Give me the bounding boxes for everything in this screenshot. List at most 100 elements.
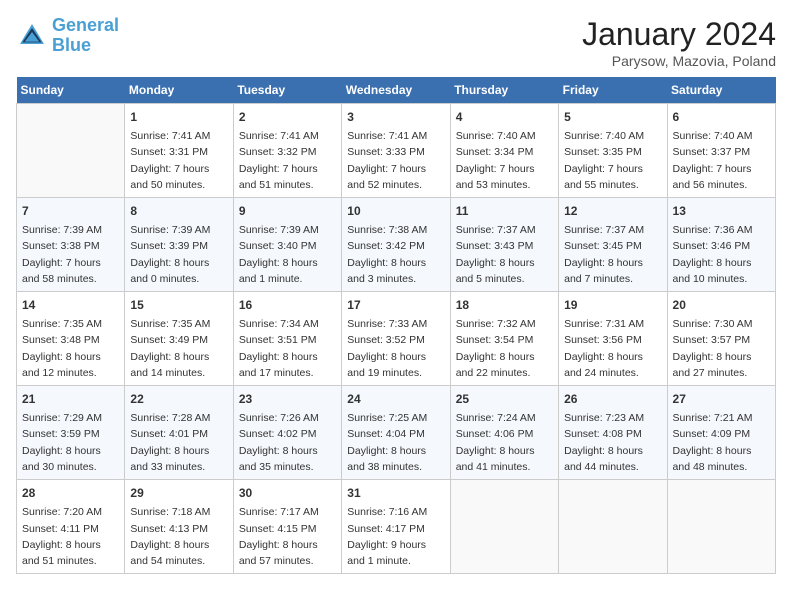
day-number: 30 [239,484,336,502]
day-number: 10 [347,202,444,220]
day-number: 25 [456,390,553,408]
day-info: Sunrise: 7:38 AMSunset: 3:42 PMDaylight:… [347,222,444,287]
title-block: January 2024 Parysow, Mazovia, Poland [582,16,776,69]
day-info: Sunrise: 7:35 AMSunset: 3:48 PMDaylight:… [22,316,119,381]
logo-text: General Blue [52,16,119,56]
calendar-day-cell: 28 Sunrise: 7:20 AMSunset: 4:11 PMDayligh… [17,480,125,574]
location-title: Parysow, Mazovia, Poland [582,53,776,69]
calendar-day-cell [17,104,125,198]
day-info: Sunrise: 7:41 AMSunset: 3:32 PMDaylight:… [239,128,336,193]
calendar-day-cell: 12 Sunrise: 7:37 AMSunset: 3:45 PMDayligh… [559,198,667,292]
day-info: Sunrise: 7:41 AMSunset: 3:31 PMDaylight:… [130,128,227,193]
day-number: 7 [22,202,119,220]
day-info: Sunrise: 7:20 AMSunset: 4:11 PMDaylight:… [22,504,119,569]
day-info: Sunrise: 7:36 AMSunset: 3:46 PMDaylight:… [673,222,770,287]
day-info: Sunrise: 7:29 AMSunset: 3:59 PMDaylight:… [22,410,119,475]
calendar-header-row: SundayMondayTuesdayWednesdayThursdayFrid… [17,77,776,104]
day-info: Sunrise: 7:35 AMSunset: 3:49 PMDaylight:… [130,316,227,381]
calendar-day-cell: 6 Sunrise: 7:40 AMSunset: 3:37 PMDaylight… [667,104,775,198]
day-number: 19 [564,296,661,314]
calendar-week-row: 21Sunrise: 7:29 AMSunset: 3:59 PMDayligh… [17,386,776,480]
weekday-header: Wednesday [342,77,450,104]
day-number: 27 [673,390,770,408]
day-number: 3 [347,108,444,126]
calendar-day-cell: 29 Sunrise: 7:18 AMSunset: 4:13 PMDayligh… [125,480,233,574]
day-number: 18 [456,296,553,314]
calendar-day-cell: 8Sunrise: 7:39 AMSunset: 3:39 PMDaylight… [125,198,233,292]
calendar-day-cell: 2Sunrise: 7:41 AMSunset: 3:32 PMDaylight… [233,104,341,198]
calendar-day-cell: 18 Sunrise: 7:32 AMSunset: 3:54 PMDayligh… [450,292,558,386]
day-info: Sunrise: 7:40 AMSunset: 3:37 PMDaylight:… [673,128,770,193]
calendar-day-cell [450,480,558,574]
day-info: Sunrise: 7:16 AMSunset: 4:17 PMDaylight:… [347,504,444,569]
calendar-day-cell: 17Sunrise: 7:33 AMSunset: 3:52 PMDayligh… [342,292,450,386]
day-number: 4 [456,108,553,126]
day-info: Sunrise: 7:37 AMSunset: 3:43 PMDaylight:… [456,222,553,287]
weekday-header: Tuesday [233,77,341,104]
day-number: 8 [130,202,227,220]
weekday-header: Saturday [667,77,775,104]
calendar-day-cell: 27Sunrise: 7:21 AMSunset: 4:09 PMDayligh… [667,386,775,480]
calendar-day-cell: 20 Sunrise: 7:30 AMSunset: 3:57 PMDayligh… [667,292,775,386]
calendar-day-cell: 30 Sunrise: 7:17 AMSunset: 4:15 PMDayligh… [233,480,341,574]
weekday-header: Sunday [17,77,125,104]
day-number: 11 [456,202,553,220]
calendar-day-cell: 19Sunrise: 7:31 AMSunset: 3:56 PMDayligh… [559,292,667,386]
calendar-day-cell: 31 Sunrise: 7:16 AMSunset: 4:17 PMDayligh… [342,480,450,574]
calendar-day-cell: 24 Sunrise: 7:25 AMSunset: 4:04 PMDayligh… [342,386,450,480]
logo: General Blue [16,16,119,56]
day-info: Sunrise: 7:26 AMSunset: 4:02 PMDaylight:… [239,410,336,475]
day-number: 28 [22,484,119,502]
day-number: 14 [22,296,119,314]
calendar-day-cell: 14 Sunrise: 7:35 AMSunset: 3:48 PMDayligh… [17,292,125,386]
calendar-day-cell: 3 Sunrise: 7:41 AMSunset: 3:33 PMDaylight… [342,104,450,198]
calendar-day-cell: 10 Sunrise: 7:38 AMSunset: 3:42 PMDayligh… [342,198,450,292]
day-number: 12 [564,202,661,220]
weekday-header: Friday [559,77,667,104]
day-info: Sunrise: 7:17 AMSunset: 4:15 PMDaylight:… [239,504,336,569]
calendar-day-cell: 26Sunrise: 7:23 AMSunset: 4:08 PMDayligh… [559,386,667,480]
day-info: Sunrise: 7:18 AMSunset: 4:13 PMDaylight:… [130,504,227,569]
day-info: Sunrise: 7:41 AMSunset: 3:33 PMDaylight:… [347,128,444,193]
day-info: Sunrise: 7:23 AMSunset: 4:08 PMDaylight:… [564,410,661,475]
calendar-day-cell [667,480,775,574]
day-number: 31 [347,484,444,502]
calendar-week-row: 14 Sunrise: 7:35 AMSunset: 3:48 PMDayligh… [17,292,776,386]
day-info: Sunrise: 7:32 AMSunset: 3:54 PMDaylight:… [456,316,553,381]
day-number: 23 [239,390,336,408]
calendar-week-row: 1Sunrise: 7:41 AMSunset: 3:31 PMDaylight… [17,104,776,198]
day-info: Sunrise: 7:24 AMSunset: 4:06 PMDaylight:… [456,410,553,475]
logo-icon [16,20,48,52]
day-info: Sunrise: 7:30 AMSunset: 3:57 PMDaylight:… [673,316,770,381]
calendar-week-row: 28 Sunrise: 7:20 AMSunset: 4:11 PMDayligh… [17,480,776,574]
day-number: 22 [130,390,227,408]
calendar-week-row: 7 Sunrise: 7:39 AMSunset: 3:38 PMDaylight… [17,198,776,292]
day-number: 6 [673,108,770,126]
calendar-day-cell: 11 Sunrise: 7:37 AMSunset: 3:43 PMDayligh… [450,198,558,292]
day-number: 29 [130,484,227,502]
calendar-day-cell: 23 Sunrise: 7:26 AMSunset: 4:02 PMDayligh… [233,386,341,480]
calendar-day-cell: 4 Sunrise: 7:40 AMSunset: 3:34 PMDaylight… [450,104,558,198]
day-info: Sunrise: 7:37 AMSunset: 3:45 PMDaylight:… [564,222,661,287]
day-info: Sunrise: 7:39 AMSunset: 3:38 PMDaylight:… [22,222,119,287]
day-number: 16 [239,296,336,314]
day-number: 20 [673,296,770,314]
day-number: 9 [239,202,336,220]
day-number: 17 [347,296,444,314]
calendar-day-cell: 9 Sunrise: 7:39 AMSunset: 3:40 PMDaylight… [233,198,341,292]
day-number: 15 [130,296,227,314]
day-info: Sunrise: 7:40 AMSunset: 3:34 PMDaylight:… [456,128,553,193]
calendar-day-cell: 1Sunrise: 7:41 AMSunset: 3:31 PMDaylight… [125,104,233,198]
calendar-day-cell: 13Sunrise: 7:36 AMSunset: 3:46 PMDayligh… [667,198,775,292]
month-title: January 2024 [582,16,776,53]
weekday-header: Thursday [450,77,558,104]
day-info: Sunrise: 7:39 AMSunset: 3:40 PMDaylight:… [239,222,336,287]
day-number: 24 [347,390,444,408]
calendar-day-cell: 15 Sunrise: 7:35 AMSunset: 3:49 PMDayligh… [125,292,233,386]
calendar-day-cell: 21Sunrise: 7:29 AMSunset: 3:59 PMDayligh… [17,386,125,480]
calendar-day-cell: 25 Sunrise: 7:24 AMSunset: 4:06 PMDayligh… [450,386,558,480]
page-header: General Blue January 2024 Parysow, Mazov… [16,16,776,69]
calendar-day-cell: 5Sunrise: 7:40 AMSunset: 3:35 PMDaylight… [559,104,667,198]
day-info: Sunrise: 7:28 AMSunset: 4:01 PMDaylight:… [130,410,227,475]
day-info: Sunrise: 7:25 AMSunset: 4:04 PMDaylight:… [347,410,444,475]
